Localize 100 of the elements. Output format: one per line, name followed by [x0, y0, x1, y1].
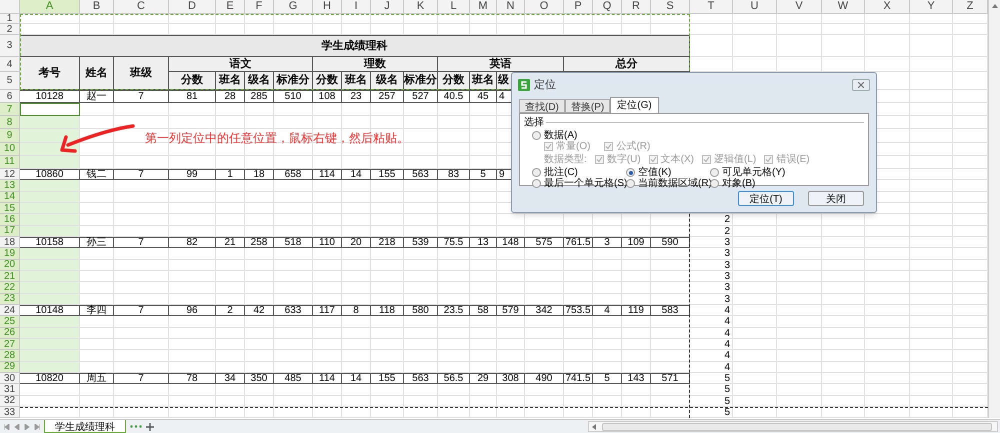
previous-sheet-icon[interactable] [4, 424, 10, 430]
row-header[interactable]: 6 [0, 90, 20, 103]
table-cell: 490 [525, 372, 564, 384]
column-header[interactable]: O [525, 0, 564, 14]
table-cell: 8 [342, 304, 371, 316]
column-header[interactable]: F [245, 0, 274, 14]
column-heading: 理数 [313, 57, 438, 72]
next-sheet-icon[interactable] [34, 424, 40, 430]
selected-cell[interactable] [20, 156, 80, 169]
selected-cell[interactable] [20, 338, 80, 350]
column-header[interactable]: G [274, 0, 313, 14]
table-cell: 5 [593, 372, 622, 384]
column-header[interactable]: S [651, 0, 690, 14]
row-header[interactable]: 31 [0, 384, 20, 396]
table-cell: 99 [169, 168, 216, 180]
radio-button[interactable] [532, 131, 541, 140]
dialog-tab[interactable]: 定位(G) [610, 97, 659, 113]
column-header[interactable]: Y [910, 0, 953, 14]
selected-cell[interactable] [20, 192, 80, 203]
sheet-tab[interactable]: 学生成绩理科 [44, 420, 126, 433]
row-header[interactable]: 24 [0, 304, 20, 316]
radio-button[interactable] [710, 168, 719, 177]
scroll-left-icon[interactable] [592, 424, 596, 430]
column-header[interactable]: J [371, 0, 404, 14]
dialog-button[interactable]: 关闭 [808, 191, 864, 206]
table-cell: 14 [342, 168, 371, 180]
column-header[interactable]: W [822, 0, 865, 14]
selected-cell[interactable] [20, 316, 80, 328]
active-cell[interactable] [20, 103, 80, 116]
table-cell: 5 [470, 168, 497, 180]
add-sheet-icon[interactable] [146, 422, 154, 430]
column-heading: 语文 [169, 57, 313, 72]
column-header[interactable]: R [622, 0, 651, 14]
row-header[interactable]: 30 [0, 372, 20, 384]
table-cell: 孙三 [80, 236, 114, 248]
column-header[interactable]: D [169, 0, 216, 14]
radio-button[interactable] [626, 168, 635, 177]
column-header[interactable]: I [342, 0, 371, 14]
column-header[interactable]: Q [593, 0, 622, 14]
more-sheets-icon[interactable] [130, 425, 142, 428]
selected-cell[interactable] [20, 180, 80, 192]
selected-cell[interactable] [20, 328, 80, 339]
horizontal-scrollbar[interactable] [588, 421, 998, 432]
select-all-corner[interactable] [0, 0, 20, 14]
selected-cell[interactable] [20, 116, 80, 130]
row-header[interactable]: 33 [0, 406, 20, 418]
selected-cell[interactable] [20, 270, 80, 282]
radio-button[interactable] [532, 179, 541, 188]
selected-cell[interactable] [20, 226, 80, 237]
row-header[interactable]: 32 [0, 396, 20, 407]
selected-cell[interactable] [20, 129, 80, 143]
selected-cell[interactable] [20, 362, 80, 373]
option-label: 空值(K) [638, 166, 672, 178]
column-header[interactable]: X [865, 0, 910, 14]
selected-cell[interactable] [20, 214, 80, 226]
row-header[interactable]: 1 [0, 14, 20, 24]
row-header[interactable]: 12 [0, 168, 20, 180]
row-header[interactable]: 4 [0, 57, 20, 72]
vertical-scrollbar[interactable] [988, 0, 1000, 418]
radio-button[interactable] [626, 179, 635, 188]
dialog-button[interactable]: 定位(T) [738, 191, 794, 206]
column-header[interactable]: N [497, 0, 525, 14]
dialog-tab[interactable]: 替换(P) [564, 99, 610, 113]
column-header[interactable]: Z [953, 0, 988, 14]
selected-cell[interactable] [20, 282, 80, 294]
scrollbar-thumb[interactable] [602, 422, 992, 430]
column-header[interactable]: V [777, 0, 822, 14]
selected-cell[interactable] [20, 294, 80, 305]
table-cell: 510 [274, 90, 313, 103]
column-header[interactable]: K [404, 0, 438, 14]
column-header[interactable]: L [438, 0, 470, 14]
column-header[interactable]: B [80, 0, 114, 14]
table-cell: 3 [593, 236, 622, 248]
column-header[interactable]: M [470, 0, 497, 14]
row-header[interactable]: 5 [0, 72, 20, 90]
row-header[interactable]: 3 [0, 35, 20, 57]
table-cell-text: 5 [723, 396, 731, 407]
table-cell: 563 [404, 372, 438, 384]
table-cell-text: 4 [723, 304, 731, 316]
scroll-up-icon[interactable] [992, 4, 998, 8]
dialog-tab[interactable]: 查找(D) [519, 99, 565, 113]
selected-cell[interactable] [20, 248, 80, 260]
selected-cell[interactable] [20, 202, 80, 214]
column-header[interactable]: H [313, 0, 342, 14]
column-header[interactable]: T [690, 0, 733, 14]
column-header[interactable]: E [216, 0, 245, 14]
selected-cell[interactable] [20, 260, 80, 271]
next-sheet-icon[interactable] [24, 424, 30, 430]
column-header[interactable]: P [564, 0, 593, 14]
column-header[interactable]: U [733, 0, 777, 14]
column-header[interactable]: C [114, 0, 169, 14]
table-cell: 761.5 [564, 236, 593, 248]
row-header[interactable]: 18 [0, 236, 20, 248]
row-header[interactable]: 2 [0, 24, 20, 35]
selected-cell[interactable] [20, 350, 80, 362]
previous-sheet-icon[interactable] [14, 424, 20, 430]
table-cell: 18 [245, 168, 274, 180]
radio-button[interactable] [710, 179, 719, 188]
radio-button[interactable] [532, 168, 541, 177]
close-button[interactable] [852, 79, 870, 91]
